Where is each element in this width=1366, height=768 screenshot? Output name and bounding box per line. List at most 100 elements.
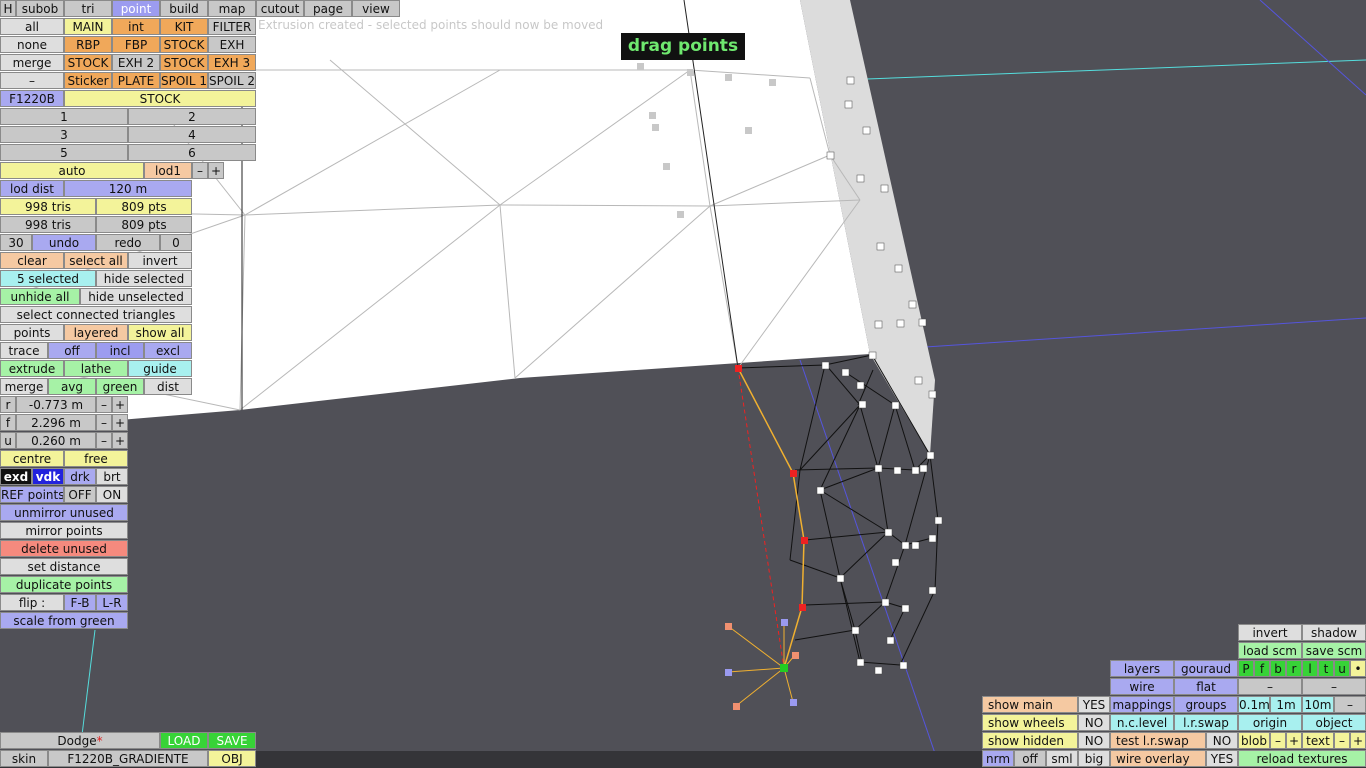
flag-r[interactable]: r — [1286, 660, 1302, 677]
clear-selection-button[interactable]: clear — [0, 252, 64, 269]
tab-tri[interactable]: tri — [64, 0, 112, 17]
layer-main[interactable]: MAIN — [64, 18, 112, 35]
axis-f-plus[interactable]: + — [112, 414, 128, 431]
tab-point[interactable]: point — [112, 0, 160, 17]
axis-u-value[interactable]: 0.260 m — [16, 432, 96, 449]
model-variant[interactable]: STOCK — [64, 90, 256, 107]
scale-0-1m[interactable]: 0.1m — [1238, 696, 1270, 713]
render-invert-button[interactable]: invert — [1238, 624, 1302, 641]
axis-r-value[interactable]: -0.773 m — [16, 396, 96, 413]
flat-toggle[interactable]: flat — [1174, 678, 1238, 695]
undo-button[interactable]: undo — [32, 234, 96, 251]
groups-toggle[interactable]: groups — [1174, 696, 1238, 713]
layer-plate[interactable]: PLATE — [112, 72, 160, 89]
render-dash-a[interactable]: – — [1238, 678, 1302, 695]
redo-button[interactable]: redo — [96, 234, 160, 251]
ref-points-off[interactable]: OFF — [64, 486, 96, 503]
tab-subob[interactable]: subob — [16, 0, 64, 17]
axis-r-plus[interactable]: + — [112, 396, 128, 413]
text-plus[interactable]: + — [1350, 732, 1366, 749]
select-all-button[interactable]: select all — [64, 252, 128, 269]
show-all-button[interactable]: show all — [128, 324, 192, 341]
layer-exh-2[interactable]: EXH 2 — [112, 54, 160, 71]
merge-green[interactable]: green — [96, 378, 144, 395]
lod-auto[interactable]: auto — [0, 162, 144, 179]
layer-merge[interactable]: merge — [0, 54, 64, 71]
ref-points-on[interactable]: ON — [96, 486, 128, 503]
skin-name[interactable]: F1220B_GRADIENTE — [48, 750, 208, 767]
select-connected-triangles-button[interactable]: select connected triangles — [0, 306, 192, 323]
layer-kit[interactable]: KIT — [160, 18, 208, 35]
trace-incl[interactable]: incl — [96, 342, 144, 359]
reload-textures-button[interactable]: reload textures — [1238, 750, 1366, 767]
load-button[interactable]: LOAD — [160, 732, 208, 749]
normal-sml[interactable]: sml — [1046, 750, 1078, 767]
normal-off[interactable]: off — [1014, 750, 1046, 767]
layer-int[interactable]: int — [112, 18, 160, 35]
test-lr-swap-value[interactable]: NO — [1206, 732, 1238, 749]
tab-cutout[interactable]: cutout — [256, 0, 304, 17]
shade-exd[interactable]: exd — [0, 468, 32, 485]
axis-u-plus[interactable]: + — [112, 432, 128, 449]
lod-minus[interactable]: – — [192, 162, 208, 179]
hide-unselected-button[interactable]: hide unselected — [80, 288, 192, 305]
save-button[interactable]: SAVE — [208, 732, 256, 749]
lod-5[interactable]: 5 — [0, 144, 128, 161]
origin-toggle[interactable]: origin — [1238, 714, 1302, 731]
gouraud-toggle[interactable]: gouraud — [1174, 660, 1238, 677]
layer-select-all[interactable]: all — [0, 18, 64, 35]
layers-toggle[interactable]: layers — [1110, 660, 1174, 677]
lathe-button[interactable]: lathe — [64, 360, 128, 377]
layer-sticker[interactable]: Sticker — [64, 72, 112, 89]
lod-dist-value[interactable]: 120 m — [64, 180, 192, 197]
pivot-centre[interactable]: centre — [0, 450, 64, 467]
unhide-all-button[interactable]: unhide all — [0, 288, 80, 305]
guide-button[interactable]: guide — [128, 360, 192, 377]
layer-exh-3[interactable]: EXH 3 — [208, 54, 256, 71]
object-toggle[interactable]: object — [1302, 714, 1366, 731]
layer-stock[interactable]: STOCK — [160, 36, 208, 53]
nc-level-toggle[interactable]: n.c.level — [1110, 714, 1174, 731]
flag-t[interactable]: t — [1318, 660, 1334, 677]
shade-drk[interactable]: drk — [64, 468, 96, 485]
points-button[interactable]: points — [0, 324, 64, 341]
tab-view[interactable]: view — [352, 0, 400, 17]
shade-vdk[interactable]: vdk — [32, 468, 64, 485]
save-scm-button[interactable]: save scm — [1302, 642, 1366, 659]
scale-from-green-button[interactable]: scale from green — [0, 612, 128, 629]
blob-plus[interactable]: + — [1286, 732, 1302, 749]
layer-spoil-1[interactable]: SPOIL 1 — [160, 72, 208, 89]
scale-minus[interactable]: – — [1334, 696, 1366, 713]
wire-overlay-value[interactable]: YES — [1206, 750, 1238, 767]
show-wheels-value[interactable]: NO — [1078, 714, 1110, 731]
layer-exh[interactable]: EXH — [208, 36, 256, 53]
layer-stock-2[interactable]: STOCK — [64, 54, 112, 71]
set-distance-button[interactable]: set distance — [0, 558, 128, 575]
pivot-free[interactable]: free — [64, 450, 128, 467]
mappings-toggle[interactable]: mappings — [1110, 696, 1174, 713]
lod-plus[interactable]: + — [208, 162, 224, 179]
axis-u-minus[interactable]: – — [96, 432, 112, 449]
wire-toggle[interactable]: wire — [1110, 678, 1174, 695]
tab-build[interactable]: build — [160, 0, 208, 17]
tab-help[interactable]: H — [0, 0, 16, 17]
layer-rbp[interactable]: RBP — [64, 36, 112, 53]
mirror-points-button[interactable]: mirror points — [0, 522, 128, 539]
show-hidden-value[interactable]: NO — [1078, 732, 1110, 749]
flag-dot[interactable]: • — [1350, 660, 1366, 677]
layer-spoil-2[interactable]: SPOIL 2 — [208, 72, 256, 89]
scale-10m[interactable]: 10m — [1302, 696, 1334, 713]
flag-p[interactable]: P — [1238, 660, 1254, 677]
shade-brt[interactable]: brt — [96, 468, 128, 485]
flip-fb-button[interactable]: F-B — [64, 594, 96, 611]
flag-f[interactable]: f — [1254, 660, 1270, 677]
lod-3[interactable]: 3 — [0, 126, 128, 143]
selected-count[interactable]: 5 selected — [0, 270, 96, 287]
lod-1[interactable]: 1 — [0, 108, 128, 125]
axis-f-value[interactable]: 2.296 m — [16, 414, 96, 431]
layer-select-none[interactable]: none — [0, 36, 64, 53]
flag-u[interactable]: u — [1334, 660, 1350, 677]
lod-4[interactable]: 4 — [128, 126, 256, 143]
scale-1m[interactable]: 1m — [1270, 696, 1302, 713]
lod-6[interactable]: 6 — [128, 144, 256, 161]
